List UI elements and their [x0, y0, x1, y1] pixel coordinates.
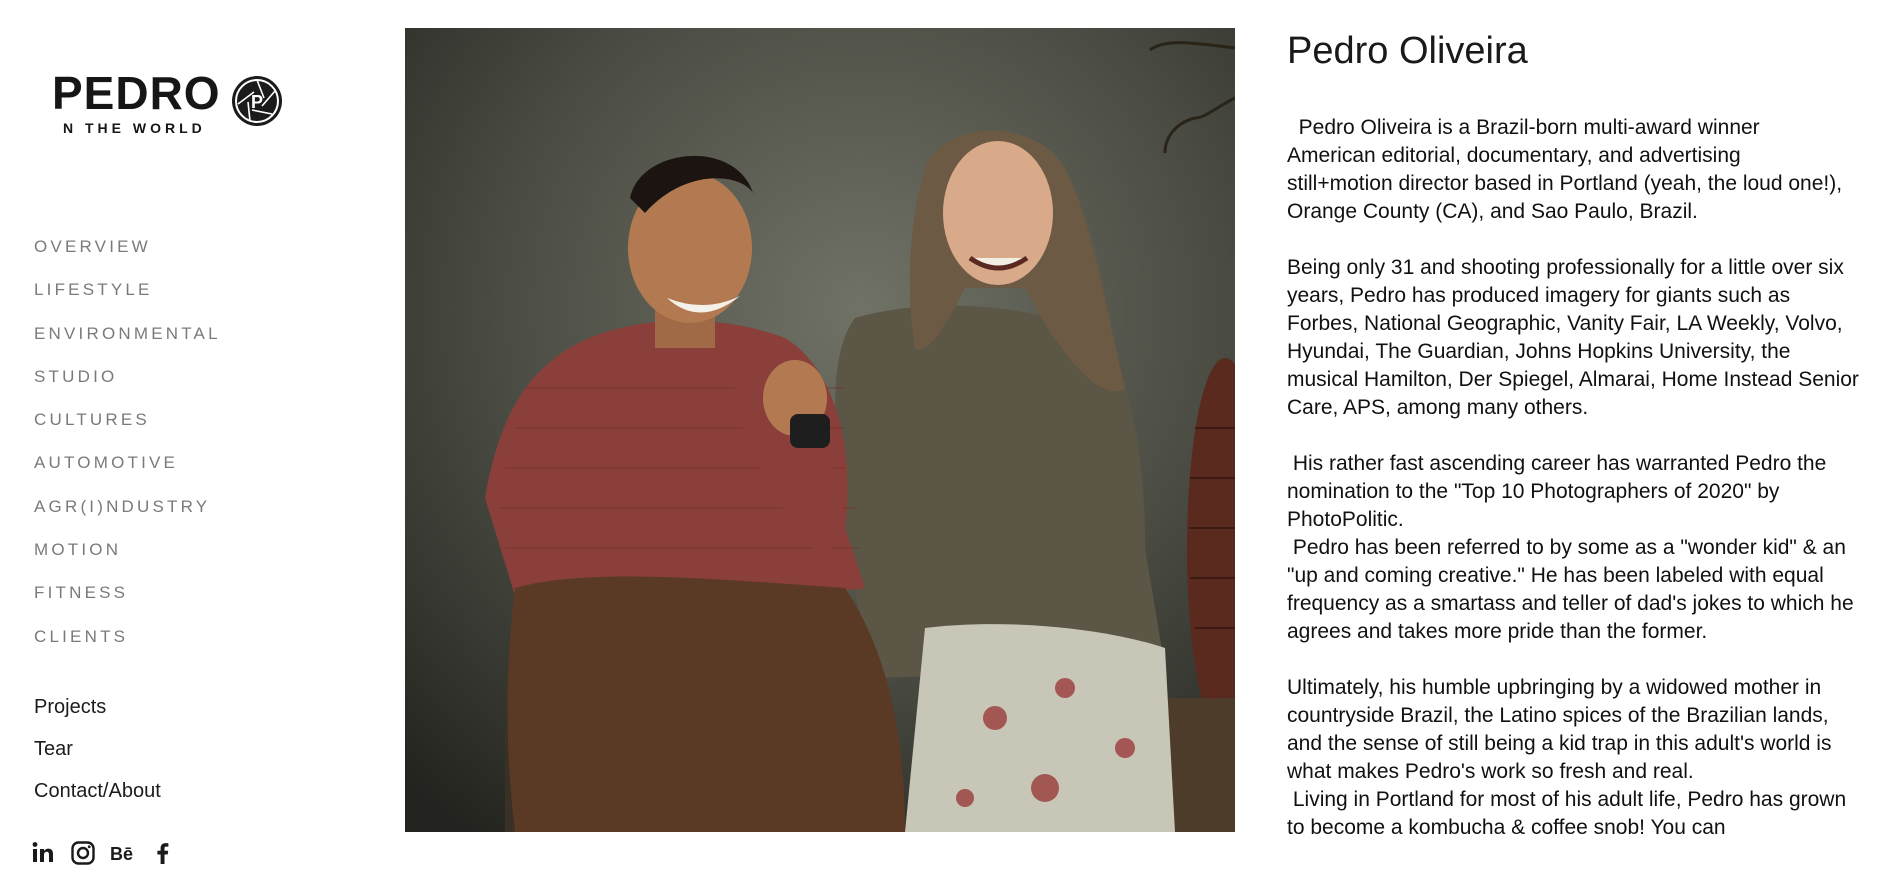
logo-wordmark: PEDRO [52, 67, 221, 119]
nav-item-motion[interactable]: MOTION [34, 539, 221, 582]
nav-item-environmental[interactable]: ENVIRONMENTAL [34, 323, 221, 366]
nav-item-studio[interactable]: STUDIO [34, 366, 221, 409]
nav-item-clients[interactable]: CLIENTS [34, 626, 221, 669]
page-links: Projects Tear Contact/About [34, 694, 161, 820]
instagram-icon[interactable] [70, 840, 96, 866]
nav-item-cultures[interactable]: CULTURES [34, 409, 221, 452]
portrait-illustration [405, 28, 1235, 832]
nav-item-fitness[interactable]: FITNESS [34, 582, 221, 625]
behance-icon[interactable]: Bē [110, 840, 136, 866]
sidebar: PEDRO P N THE WORLD OVERVIEW LIFESTYLE E… [0, 0, 400, 896]
nav-item-agrindustry[interactable]: AGR(I)NDUSTRY [34, 496, 221, 539]
bio-paragraph-2: Being only 31 and shooting professionall… [1287, 256, 1865, 419]
nav-item-automotive[interactable]: AUTOMOTIVE [34, 452, 221, 495]
facebook-icon[interactable] [150, 840, 176, 866]
bio-paragraph-3: His rather fast ascending career has war… [1287, 452, 1854, 643]
bio-paragraph-1: Pedro Oliveira is a Brazil-born multi-aw… [1287, 116, 1854, 223]
logo-subline: N THE WORLD [63, 120, 206, 136]
about-content: Pedro Oliveira Pedro Oliveira is a Brazi… [1287, 28, 1867, 842]
aperture-badge-icon: P [232, 76, 282, 126]
svg-text:P: P [251, 92, 263, 112]
category-nav: OVERVIEW LIFESTYLE ENVIRONMENTAL STUDIO … [34, 236, 221, 669]
svg-text:Bē: Bē [110, 844, 133, 864]
nav-link-contact-about[interactable]: Contact/About [34, 778, 161, 820]
featured-portrait-photo[interactable] [405, 28, 1235, 832]
page-title: Pedro Oliveira [1287, 30, 1528, 72]
nav-item-lifestyle[interactable]: LIFESTYLE [34, 279, 221, 322]
nav-item-overview[interactable]: OVERVIEW [34, 236, 221, 279]
site-logo[interactable]: PEDRO P N THE WORLD [52, 70, 292, 140]
social-links: Bē [30, 840, 176, 866]
nav-link-tear[interactable]: Tear [34, 736, 161, 778]
bio-paragraph-4: Ultimately, his humble upbringing by a w… [1287, 676, 1847, 839]
linkedin-icon[interactable] [30, 840, 56, 866]
nav-link-projects[interactable]: Projects [34, 694, 161, 736]
